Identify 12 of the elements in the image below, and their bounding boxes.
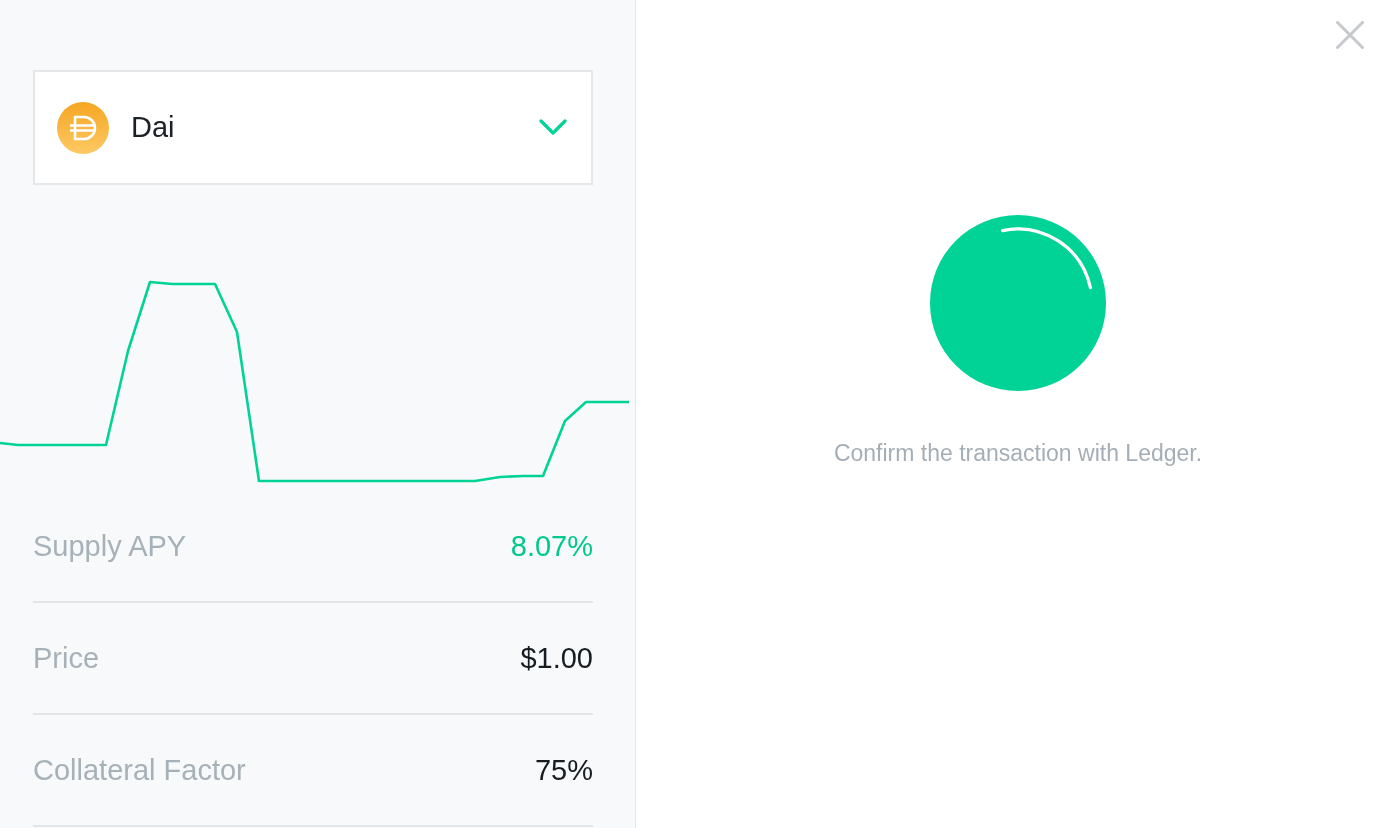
close-icon bbox=[1336, 21, 1364, 49]
stat-label: Price bbox=[33, 641, 100, 675]
stat-value: $1.00 bbox=[520, 641, 593, 675]
stat-value: 8.07% bbox=[510, 529, 593, 563]
stat-value: 75% bbox=[534, 753, 593, 787]
coin-icon bbox=[57, 101, 109, 154]
chevron-down-icon bbox=[539, 119, 567, 136]
spinner-icon bbox=[930, 215, 1106, 391]
stat-label: Collateral Factor bbox=[33, 753, 246, 787]
stat-label: Supply APY bbox=[33, 529, 187, 563]
confirmation-message: Confirm the transaction with Ledger. bbox=[833, 439, 1203, 467]
asset-dropdown[interactable]: Dai bbox=[33, 70, 593, 185]
